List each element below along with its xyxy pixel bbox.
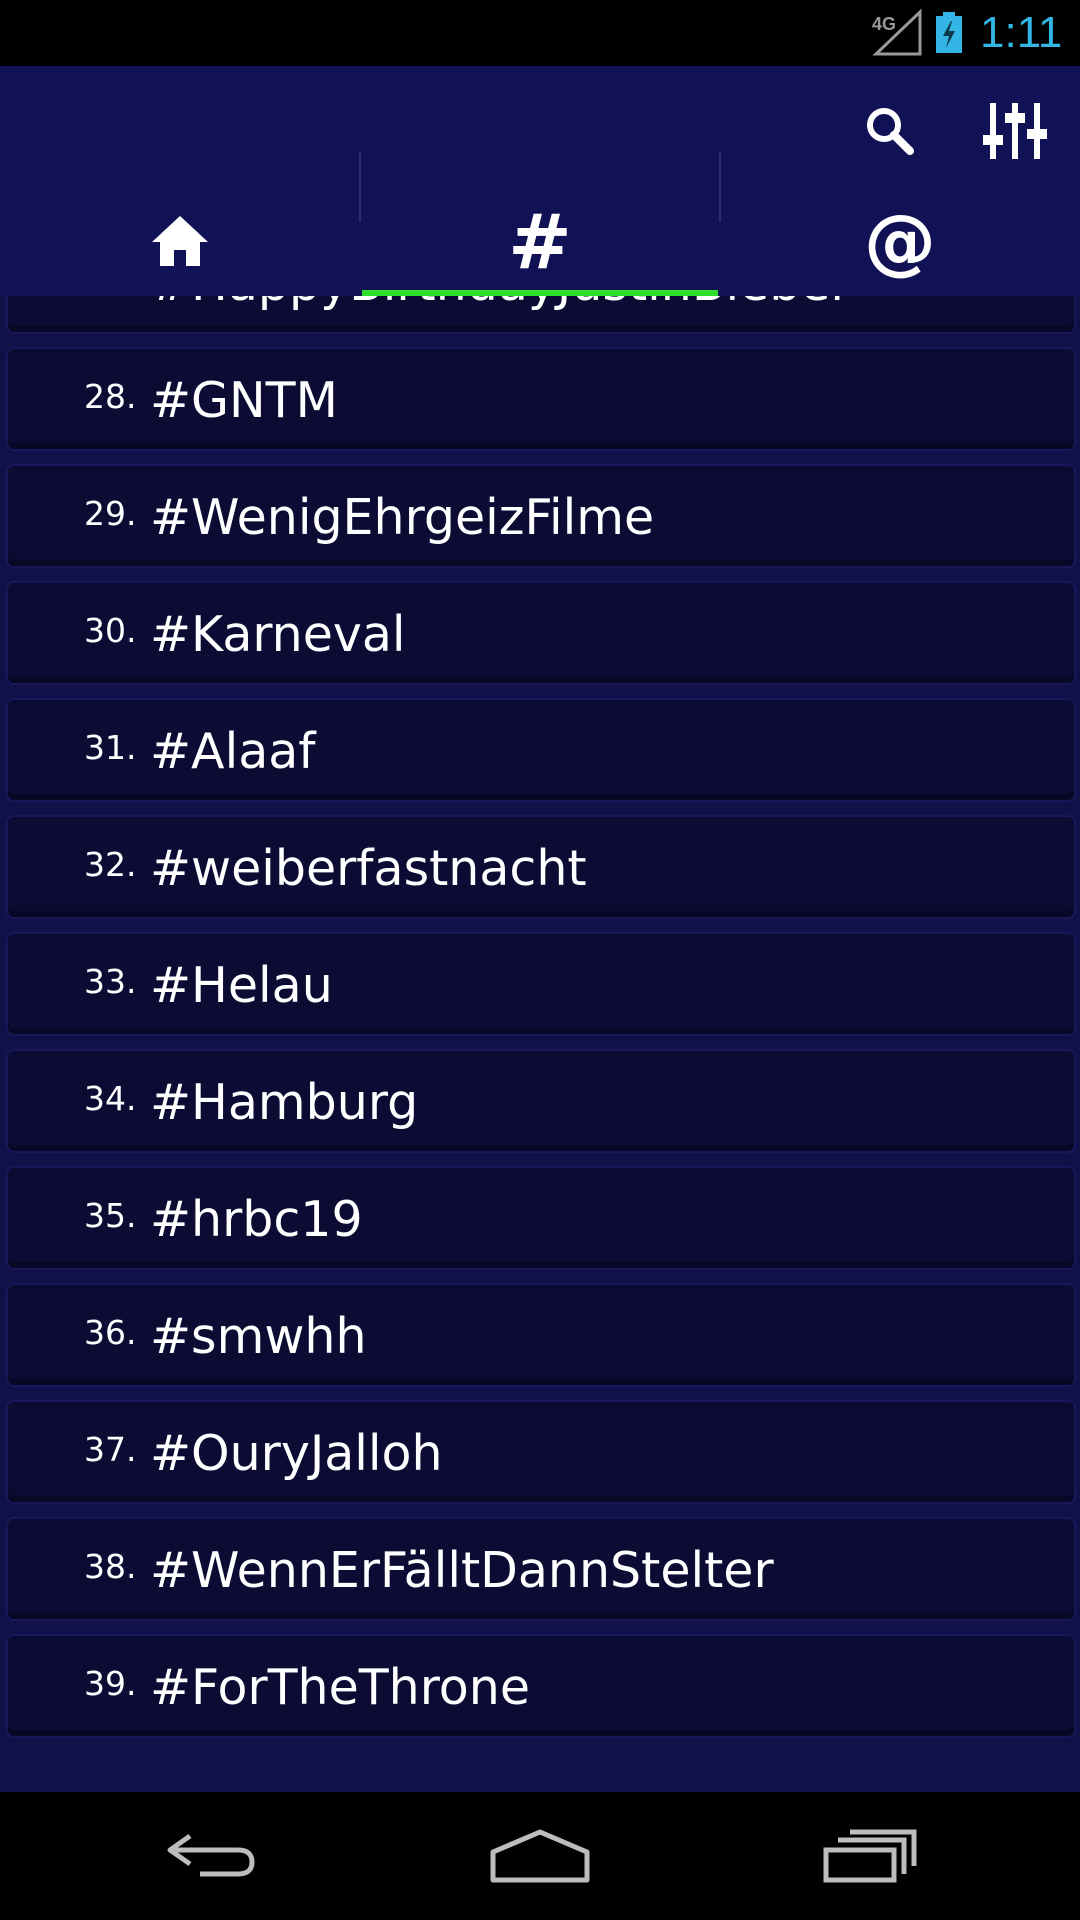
trend-hashtag: #GNTM — [150, 372, 338, 429]
trend-hashtag: #WenigEhrgeizFilme — [150, 489, 655, 546]
action-bar: # @ — [0, 66, 1080, 296]
tab-divider — [359, 152, 361, 222]
hashtag-icon: # — [508, 196, 572, 286]
trend-list-item[interactable]: 33. #Helau — [6, 932, 1076, 1036]
status-time: 1:11 — [980, 8, 1063, 57]
at-sign-icon: @ — [864, 199, 936, 283]
tab-mentions[interactable]: @ — [720, 186, 1080, 296]
tab-home[interactable] — [0, 186, 360, 296]
trend-list-item[interactable]: 39. #ForTheThrone — [6, 1634, 1076, 1738]
filter-button[interactable] — [970, 86, 1060, 176]
recent-apps-button[interactable] — [810, 1816, 930, 1896]
trend-list-item[interactable]: 29. #WenigEhrgeizFilme — [6, 464, 1076, 568]
navigation-bar — [0, 1792, 1080, 1920]
trend-hashtag: #Karneval — [150, 606, 406, 663]
home-outline-icon — [490, 1829, 590, 1883]
filter-sliders-icon — [983, 103, 1047, 159]
trend-rank: 28. — [84, 377, 137, 416]
trend-list-item[interactable]: 37. #OuryJalloh — [6, 1400, 1076, 1504]
status-bar: 4G 1:11 — [0, 0, 1080, 66]
trend-hashtag: #Helau — [150, 957, 333, 1014]
recent-apps-icon — [823, 1829, 917, 1883]
search-icon — [867, 108, 914, 155]
back-icon — [167, 1833, 255, 1877]
trend-rank: 32. — [84, 845, 137, 884]
trend-list-item[interactable]: 30. #Karneval — [6, 581, 1076, 685]
trend-rank: 31. — [84, 728, 137, 767]
trend-hashtag: #Alaaf — [150, 723, 316, 780]
trend-list-item[interactable]: 28. #GNTM — [6, 347, 1076, 451]
signal-icon: 4G — [872, 8, 922, 56]
trend-hashtag: #HappyBirthdayJustinBieber — [150, 296, 851, 336]
trend-list-item[interactable]: 34. #Hamburg — [6, 1049, 1076, 1153]
trend-list-item[interactable]: 27. #HappyBirthdayJustinBieber — [6, 296, 1076, 334]
trend-list[interactable]: 27. #HappyBirthdayJustinBieber 28. #GNTM 29.… — [0, 296, 1080, 1792]
trend-hashtag: #Hamburg — [150, 1074, 419, 1131]
trend-rank: 34. — [84, 1079, 137, 1118]
trend-list-item[interactable]: 35. #hrbc19 — [6, 1166, 1076, 1270]
trend-rank: 33. — [84, 962, 137, 1001]
screen: 4G 1:11 # @ 28. #GNTM 29. #WenigEhrgeizF… — [0, 0, 1080, 1920]
tab-bar: # @ — [0, 186, 1080, 296]
trend-list-item[interactable]: 36. #smwhh — [6, 1283, 1076, 1387]
trend-rank: 35. — [84, 1196, 137, 1235]
tab-hashtags[interactable]: # — [360, 186, 720, 296]
trend-list-item[interactable]: 31. #Alaaf — [6, 698, 1076, 802]
trend-rank: 29. — [84, 494, 137, 533]
trend-hashtag: #OuryJalloh — [150, 1425, 443, 1482]
trend-rank: 39. — [84, 1664, 137, 1703]
trend-rank: 38. — [84, 1547, 137, 1586]
trend-hashtag: #weiberfastnacht — [150, 840, 587, 897]
tab-divider — [719, 152, 721, 222]
trend-hashtag: #ForTheThrone — [150, 1659, 530, 1716]
trend-hashtag: #smwhh — [150, 1308, 367, 1365]
search-button[interactable] — [845, 86, 935, 176]
trend-rank: 37. — [84, 1430, 137, 1469]
battery-charging-icon — [936, 12, 962, 53]
trend-hashtag: #WennErFälltDannStelter — [150, 1542, 774, 1599]
trend-rank: 27. — [84, 296, 136, 336]
trend-list-item[interactable]: 32. #weiberfastnacht — [6, 815, 1076, 919]
trend-rank: 36. — [84, 1313, 137, 1352]
trend-hashtag: #hrbc19 — [150, 1191, 363, 1248]
trend-rank: 30. — [84, 611, 137, 650]
network-label: 4G — [872, 14, 896, 34]
home-nav-button[interactable] — [480, 1816, 600, 1896]
back-button[interactable] — [150, 1816, 270, 1896]
trend-list-item[interactable]: 38. #WennErFälltDannStelter — [6, 1517, 1076, 1621]
home-icon — [152, 216, 208, 266]
